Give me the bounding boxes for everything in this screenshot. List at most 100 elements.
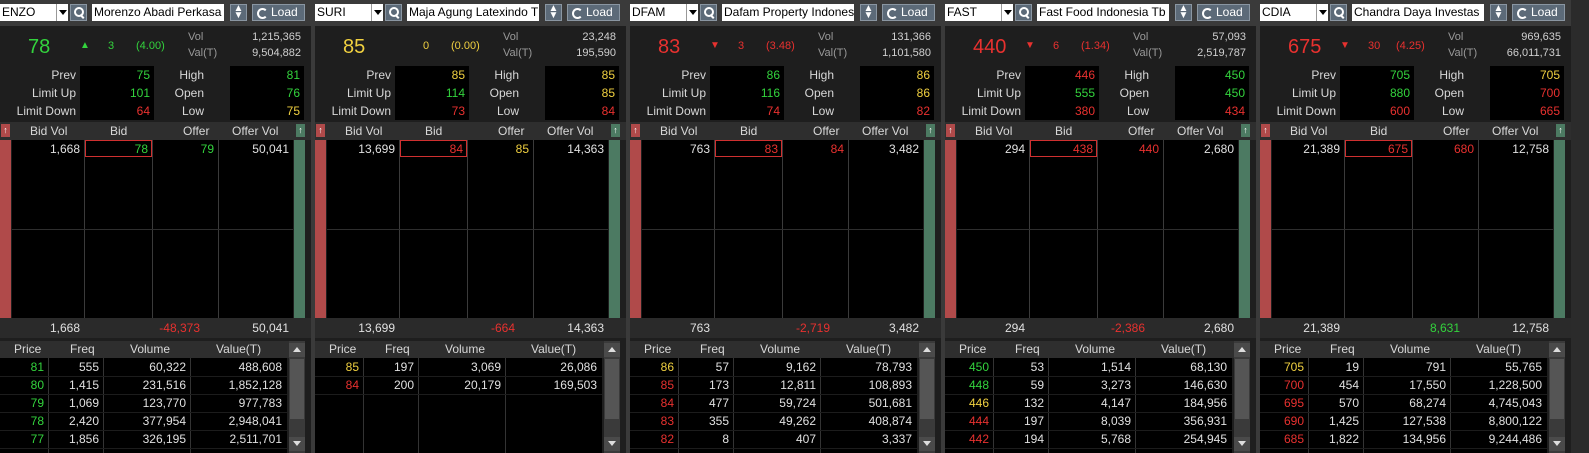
stock-code-input[interactable]: DFAM [630,4,686,21]
value-column-header: Value(T) [216,342,262,356]
trade-row[interactable]: 444 197 8,039 356,931 [945,412,1232,431]
scroll-down-icon[interactable] [289,437,305,451]
trade-row[interactable]: 83 355 49,262 408,874 [630,412,917,431]
scroll-down-icon[interactable] [604,437,620,451]
bid-sort-icon[interactable]: ↑ [316,124,325,137]
trade-table-scrollbar[interactable] [289,341,305,453]
scroll-down-icon[interactable] [919,437,935,451]
trade-row[interactable]: 700 454 17,550 1,228,500 [1260,376,1547,395]
stock-code-dropdown-button[interactable] [56,4,68,21]
load-button[interactable]: Load [1197,4,1250,21]
depth-header: Bid Vol Bid Offer Offer Vol [1260,122,1571,140]
company-name-field[interactable]: Fast Food Indonesia Tb [1037,4,1169,21]
trade-row[interactable]: 86 57 9,162 78,793 [630,358,917,377]
trade-row[interactable]: 81 555 60,322 488,608 [0,358,287,377]
trade-row[interactable]: 446 132 4,147 184,956 [945,394,1232,413]
offer-sort-icon[interactable]: ↑ [296,124,305,137]
trade-row[interactable]: 78 2,420 377,954 2,948,041 [0,412,287,431]
bid-sort-icon[interactable]: ↑ [1261,124,1270,137]
trade-row[interactable]: 442 194 5,768 254,945 [945,430,1232,449]
company-name-field[interactable]: Chandra Daya Investas [1352,4,1484,21]
offer-sort-icon[interactable]: ↑ [1241,124,1250,137]
trade-table-scrollbar[interactable] [1234,341,1250,453]
offer-sort-icon[interactable]: ↑ [1556,124,1565,137]
bid-price-cell: 675 [1387,142,1408,156]
sort-updown-icon[interactable]: ▲ ▼ [545,4,562,21]
trade-row[interactable]: 80 1,415 231,516 1,852,128 [0,376,287,395]
search-icon[interactable] [70,4,87,21]
trade-table-scrollbar[interactable] [919,341,935,453]
trade-row[interactable]: 695 570 68,274 4,745,043 [1260,394,1547,413]
offer-header: Offer [1128,124,1155,138]
trade-row[interactable]: 82 8 407 3,337 [630,430,917,449]
stock-panel-suri: SURI Maja Agung Latexindo T ▲ ▼ Load 85 0 (0.00… [315,0,626,453]
scroll-thumb[interactable] [1550,359,1564,419]
bid-sort-icon[interactable]: ↑ [1,124,10,137]
company-name-field[interactable]: Morenzo Abadi Perkasa [92,4,224,21]
sort-updown-icon[interactable]: ▲ ▼ [860,4,877,21]
total-bid-volume: 294 [1004,321,1025,335]
scroll-up-icon[interactable] [289,343,305,357]
scroll-up-icon[interactable] [1234,343,1250,357]
load-button[interactable]: Load [1512,4,1565,21]
scroll-down-icon[interactable] [1234,437,1250,451]
trade-row[interactable]: 450 53 1,514 68,130 [945,358,1232,377]
stock-code-dropdown-button[interactable] [1001,4,1013,21]
limit-up-label: Limit Up [976,86,1021,100]
high-label: High [809,68,834,82]
open-value: 700 [1539,86,1560,100]
trade-volume: 59,724 [779,396,816,410]
bid-side-bar [315,140,326,318]
trade-row[interactable]: 79 1,069 123,770 977,783 [0,394,287,413]
stock-code-dropdown-button[interactable] [371,4,383,21]
company-name-field[interactable]: Dafam Property Indones [722,4,854,21]
scroll-thumb[interactable] [1235,359,1249,419]
trade-volume: 3,273 [1100,378,1131,392]
trade-row[interactable]: 448 59 3,273 146,630 [945,376,1232,395]
price-change: 3 [738,40,745,52]
trade-price: 84 [660,396,674,410]
trade-row[interactable]: 84 200 20,179 169,503 [315,376,602,395]
load-button[interactable]: Load [567,4,620,21]
trade-row[interactable]: 84 477 59,724 501,681 [630,394,917,413]
stock-code-input[interactable]: FAST [945,4,1001,21]
sort-updown-icon[interactable]: ▲ ▼ [1490,4,1507,21]
trade-row[interactable]: 77 1,856 326,195 2,511,701 [0,430,287,449]
load-button[interactable]: Load [252,4,305,21]
trade-table-scrollbar[interactable] [604,341,620,453]
search-icon[interactable] [1015,4,1032,21]
offer-sort-icon[interactable]: ↑ [611,124,620,137]
trade-table-scrollbar[interactable] [1549,341,1565,453]
last-price: 83 [658,36,681,58]
stock-code-input[interactable]: ENZO [0,4,56,21]
stock-code-input[interactable]: CDIA [1260,4,1316,21]
sort-updown-icon[interactable]: ▲ ▼ [1175,4,1192,21]
trade-row[interactable]: 85 197 3,069 26,086 [315,358,602,377]
scroll-thumb[interactable] [605,359,619,419]
scroll-down-icon[interactable] [1549,437,1565,451]
bid-sort-icon[interactable]: ↑ [946,124,955,137]
stock-code-input[interactable]: SURI [315,4,371,21]
scroll-up-icon[interactable] [1549,343,1565,357]
company-name-field[interactable]: Maja Agung Latexindo T [407,4,539,21]
trade-row[interactable]: 690 1,425 127,538 8,800,122 [1260,412,1547,431]
trade-row[interactable]: 85 173 12,811 108,893 [630,376,917,395]
price-change-percent: (3.48) [766,40,795,52]
scroll-thumb[interactable] [920,359,934,419]
search-icon[interactable] [1330,4,1347,21]
search-icon[interactable] [385,4,402,21]
stock-code-dropdown-button[interactable] [686,4,698,21]
scroll-thumb[interactable] [290,359,304,419]
vol-label: Vol [818,31,834,43]
load-button[interactable]: Load [882,4,935,21]
stock-code-dropdown-button[interactable] [1316,4,1328,21]
search-icon[interactable] [700,4,717,21]
trade-row[interactable]: 705 19 791 55,765 [1260,358,1547,377]
offer-sort-icon[interactable]: ↑ [926,124,935,137]
scroll-up-icon[interactable] [604,343,620,357]
bid-sort-icon[interactable]: ↑ [631,124,640,137]
scroll-up-icon[interactable] [919,343,935,357]
trade-row[interactable]: 685 1,822 134,956 9,244,486 [1260,430,1547,449]
trade-price: 82 [660,432,674,446]
sort-updown-icon[interactable]: ▲ ▼ [230,4,247,21]
